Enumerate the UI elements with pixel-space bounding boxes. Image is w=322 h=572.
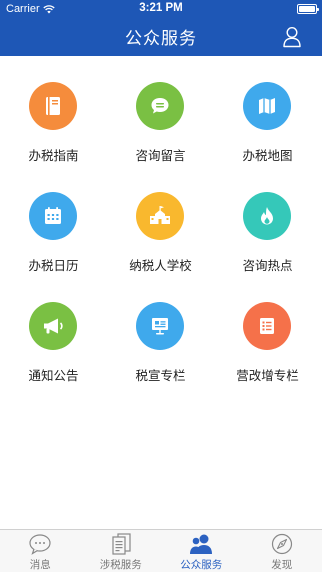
service-icon-bg [29,82,77,130]
flame-icon [261,207,273,225]
service-item-taxpayer-school[interactable]: 纳税人学校 [107,166,214,276]
megaphone-icon [44,318,63,334]
service-item-consult-hotspot[interactable]: 咨询热点 [214,166,321,276]
service-icon-bg [243,82,291,130]
service-item-notice[interactable]: 通知公告 [0,276,107,386]
service-label: 办税指南 [28,149,79,163]
service-icon-bg [29,192,77,240]
header-bar: Carrier 3:21 PM 公众服务 [0,0,322,56]
service-icon-bg [243,192,291,240]
service-icon-bg [136,302,184,350]
service-item-tax-calendar[interactable]: 办税日历 [0,166,107,276]
status-time: 3:21 PM [139,2,183,14]
service-item-tax-publicity[interactable]: 税宣专栏 [107,276,214,386]
battery-icon [297,4,319,14]
service-grid: 办税指南 咨询留言 办税地图 办税日历 纳税人学校 咨询热点 通知公告 税宣专栏… [0,56,322,501]
status-bar: Carrier 3:21 PM [0,0,322,18]
tab-label: 消息 [29,559,51,571]
school-icon [150,206,170,224]
presentation-icon [152,318,168,335]
service-label: 咨询热点 [242,259,293,273]
service-icon-bg [29,302,77,350]
documents-icon [112,533,131,555]
service-icon-bg [136,192,184,240]
service-label: 办税日历 [28,259,79,273]
tab-discover[interactable]: 发现 [242,530,322,572]
service-item-tax-map[interactable]: 办税地图 [214,56,321,166]
service-label: 咨询留言 [135,149,186,163]
user-icon [283,26,301,48]
service-label: 通知公告 [28,369,79,383]
service-icon-bg [243,302,291,350]
service-label: 办税地图 [242,149,293,163]
tab-label: 涉税服务 [99,559,142,571]
service-item-tax-guide[interactable]: 办税指南 [0,56,107,166]
service-label: 税宣专栏 [135,369,186,383]
user-profile-button[interactable] [282,26,302,48]
list-icon [260,318,274,334]
tab-messages[interactable]: 消息 [0,530,81,572]
service-item-consult-message[interactable]: 咨询留言 [107,56,214,166]
tab-tax-services[interactable]: 涉税服务 [81,530,162,572]
service-item-vat-reform[interactable]: 营改增专栏 [214,276,321,386]
service-label: 纳税人学校 [129,259,192,273]
bottom-tab-bar: 消息 涉税服务 公众服务 发现 [0,529,322,572]
compass-icon [271,533,292,555]
tab-label: 发现 [271,559,293,571]
service-icon-bg [136,82,184,130]
calendar-icon [45,207,61,224]
chat-icon [151,98,169,114]
book-icon [46,97,60,115]
map-icon [259,98,275,114]
tab-public-services[interactable]: 公众服务 [161,530,242,572]
service-label: 营改增专栏 [236,369,299,383]
tab-label: 公众服务 [180,559,223,571]
message-icon [29,534,51,555]
page-title: 公众服务 [125,29,197,48]
people-icon [190,534,213,554]
